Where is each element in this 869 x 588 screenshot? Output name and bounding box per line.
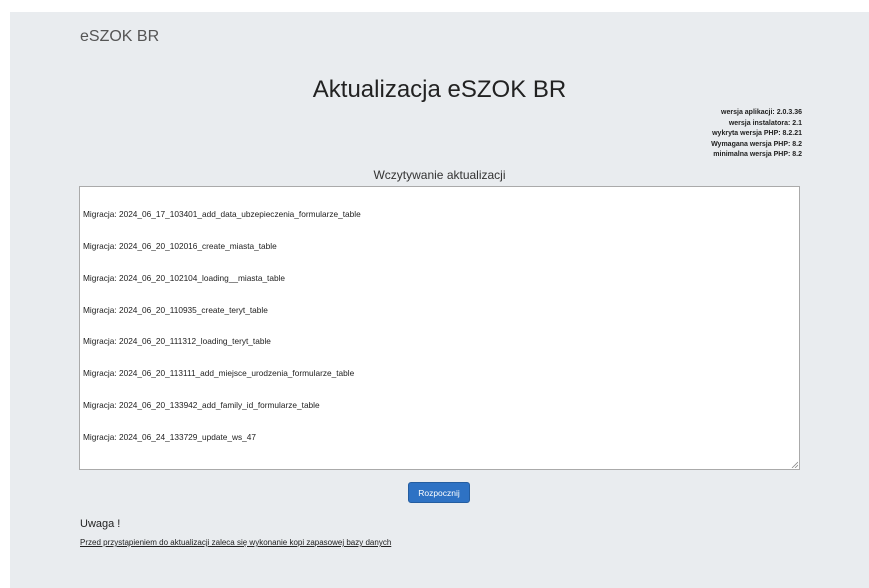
warning-text: Przed przystąpieniem do aktualizacji zal… [80, 538, 392, 547]
version-info: wersja aplikacji: 2.0.3.36 wersja instal… [711, 108, 802, 161]
version-app: wersja aplikacji: 2.0.3.36 [721, 109, 802, 116]
version-php-required: Wymagana wersja PHP: 8.2 [711, 140, 802, 148]
log-line: Migracja: 2024_06_20_113111_add_miejsce_… [83, 368, 355, 379]
log-line: Migracja: 2024_06_20_110935_create_teryt… [83, 304, 268, 315]
resize-handle-icon[interactable] [791, 461, 798, 468]
log-line: Migracja: 2024_06_17_103401_add_data_ubz… [83, 209, 361, 220]
warning-title: Uwaga ! [80, 518, 121, 530]
log-line: Migracja: 2024_06_24_133729_update_ws_47 [83, 431, 256, 442]
version-php-detected: wykryta wersja PHP: 8.2.21 [712, 130, 802, 137]
log-line: Migracja: 2024_06_20_102016_create_miast… [83, 240, 277, 251]
brand-title: eSZOK BR [80, 28, 160, 45]
section-subtitle: Wczytywanie aktualizacji [373, 168, 506, 182]
page-title: Aktualizacja eSZOK BR [312, 76, 567, 103]
log-line: Migracja: 2024_06_20_111312_loading_tery… [83, 336, 271, 347]
start-button[interactable]: Rozpocznij [408, 482, 470, 503]
page-background: eSZOK BR Aktualizacja eSZOK BR wersja ap… [10, 12, 869, 588]
log-line: Migracja: 2024_06_20_133942_add_family_i… [83, 399, 320, 410]
version-php-minimum: minimalna wersja PHP: 8.2 [713, 151, 802, 158]
log-line: Migracja: 2024_06_20_102104_loading__mia… [83, 272, 286, 283]
version-installer: wersja instalatora: 2.1 [728, 119, 802, 127]
migration-log-textarea[interactable]: Migracja: 2024_06_17_103401_add_data_ubz… [79, 186, 800, 470]
